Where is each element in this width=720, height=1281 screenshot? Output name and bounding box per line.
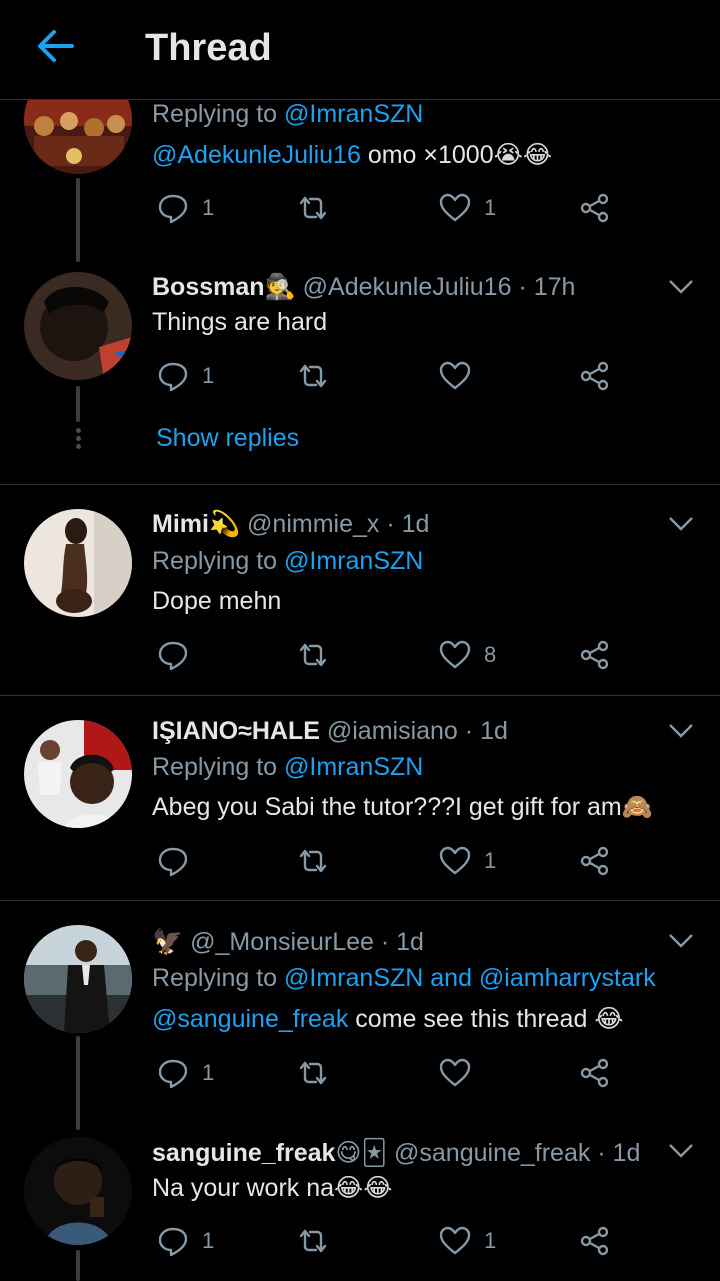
tweet-body: Na your work na😂😂 [152,1173,392,1203]
page-title: Thread [145,27,272,69]
chevron-down-icon[interactable] [668,1141,694,1161]
back-button[interactable] [34,28,76,64]
handle: @sanguine_freak [394,1139,591,1167]
retweet-button[interactable] [296,1221,330,1261]
timestamp: · 1d [597,1139,641,1167]
tweet-actions: 1 1 [152,1221,622,1261]
avatar[interactable] [24,1137,132,1245]
tweet-header: sanguine_freak😋🃏 @sanguine_freak · 1d [152,1138,640,1168]
arrow-left-icon [38,30,74,62]
share-button[interactable] [578,1221,612,1261]
heart-icon [439,1226,471,1255]
emoji: 😂😂 [334,1174,393,1202]
top-bar: Thread [0,0,720,100]
name-emoji: 😋🃏 [335,1139,388,1167]
share-icon [580,1226,609,1256]
reply-icon [158,1227,188,1257]
like-count: 1 [484,1228,497,1253]
retweet-icon [299,1229,327,1253]
reply-button[interactable]: 1 [156,1221,214,1261]
tweet-text: Na your work na [152,1174,335,1202]
display-name[interactable]: sanguine_freak [152,1139,335,1167]
like-button[interactable]: 1 [438,1221,496,1261]
tweet-5[interactable]: sanguine_freak😋🃏 @sanguine_freak · 1d Na… [0,0,720,1281]
reply-count: 1 [202,1228,215,1253]
thread-line [76,1250,80,1281]
